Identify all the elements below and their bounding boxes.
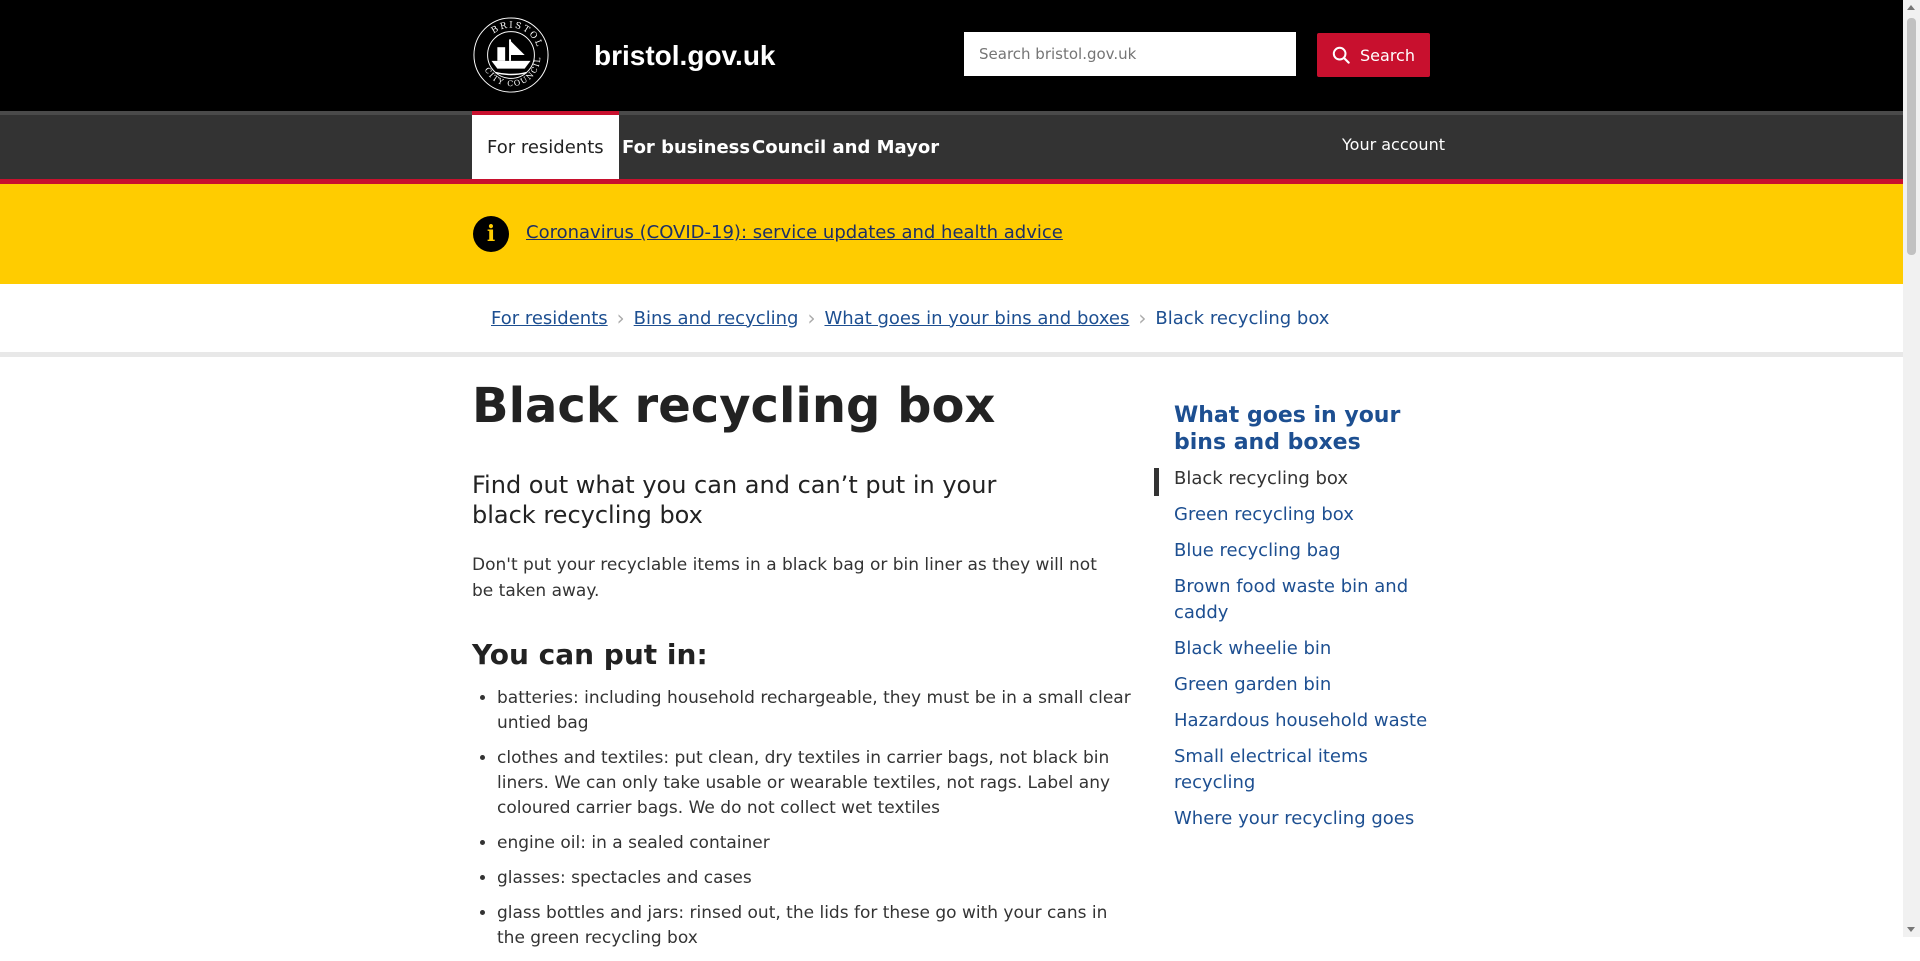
list-item: batteries: including household rechargea…: [497, 686, 1137, 736]
sidebar-item-green-recycling-box[interactable]: Green recycling box: [1174, 504, 1354, 525]
breadcrumb: For residents › Bins and recycling › Wha…: [0, 284, 1920, 357]
page-title: Black recycling box: [472, 378, 996, 434]
site-name-link[interactable]: bristol.gov.uk: [594, 40, 776, 72]
covid-updates-link[interactable]: Coronavirus (COVID-19): service updates …: [526, 222, 1063, 243]
sidebar-item-small-electrical[interactable]: Small electrical items recycling: [1174, 746, 1368, 793]
scrollbar-thumb[interactable]: [1907, 18, 1916, 255]
list-item: glass bottles and jars: rinsed out, the …: [497, 901, 1137, 951]
bristol-city-council-logo[interactable]: BRISTOL CITY COUNCIL: [472, 16, 550, 94]
chevron-right-icon: ›: [616, 306, 625, 330]
list-item: clothes and textiles: put clean, dry tex…: [497, 746, 1137, 821]
sidebar-nav: Black recycling box Green recycling box …: [1174, 466, 1444, 842]
search-button[interactable]: Search: [1317, 33, 1430, 77]
breadcrumb-current: Black recycling box: [1155, 307, 1330, 329]
search-button-label: Search: [1360, 45, 1415, 65]
your-account-link[interactable]: Your account: [1342, 135, 1445, 154]
sidebar-item-where-recycling-goes[interactable]: Where your recycling goes: [1174, 808, 1414, 829]
chevron-right-icon: ›: [807, 306, 816, 330]
chevron-right-icon: ›: [1138, 306, 1147, 330]
info-icon: i: [473, 216, 509, 252]
sidebar-item-green-garden-bin[interactable]: Green garden bin: [1174, 674, 1331, 695]
search-icon: [1332, 46, 1350, 64]
list-item: engine oil: in a sealed container: [497, 831, 1137, 856]
search-input[interactable]: [964, 32, 1296, 76]
scroll-up-icon[interactable]: [1907, 5, 1915, 10]
tab-council-and-mayor[interactable]: Council and Mayor: [737, 115, 954, 179]
page-lede: Find out what you can and can’t put in y…: [472, 471, 997, 529]
site-header: BRISTOL CITY COUNCIL bristol.gov.uk Sear…: [0, 0, 1920, 111]
tab-for-residents[interactable]: For residents: [472, 111, 619, 179]
put-in-heading: You can put in:: [472, 638, 708, 671]
sidebar-item-black-wheelie-bin[interactable]: Black wheelie bin: [1174, 638, 1331, 659]
scroll-down-icon[interactable]: [1907, 927, 1915, 932]
sidebar-item-black-recycling-box: Black recycling box: [1174, 468, 1349, 489]
sidebar-item-blue-recycling-bag[interactable]: Blue recycling bag: [1174, 540, 1341, 561]
intro-paragraph: Don't put your recyclable items in a bla…: [472, 555, 1097, 601]
list-item: glasses: spectacles and cases: [497, 866, 1137, 891]
sidebar-title[interactable]: What goes in your bins and boxes: [1174, 402, 1434, 456]
covid-banner: i Coronavirus (COVID-19): service update…: [0, 184, 1920, 284]
page-scrollbar[interactable]: [1903, 0, 1920, 937]
main-nav: For residents For business Council and M…: [0, 111, 1920, 184]
breadcrumb-what-goes-in[interactable]: What goes in your bins and boxes: [824, 308, 1129, 329]
put-in-list: batteries: including household rechargea…: [472, 686, 1137, 961]
sidebar-item-hazardous-waste[interactable]: Hazardous household waste: [1174, 710, 1427, 731]
breadcrumb-bins-and-recycling[interactable]: Bins and recycling: [634, 308, 799, 329]
breadcrumb-for-residents[interactable]: For residents: [491, 308, 608, 329]
sidebar-item-brown-food-waste[interactable]: Brown food waste bin and caddy: [1174, 576, 1408, 623]
